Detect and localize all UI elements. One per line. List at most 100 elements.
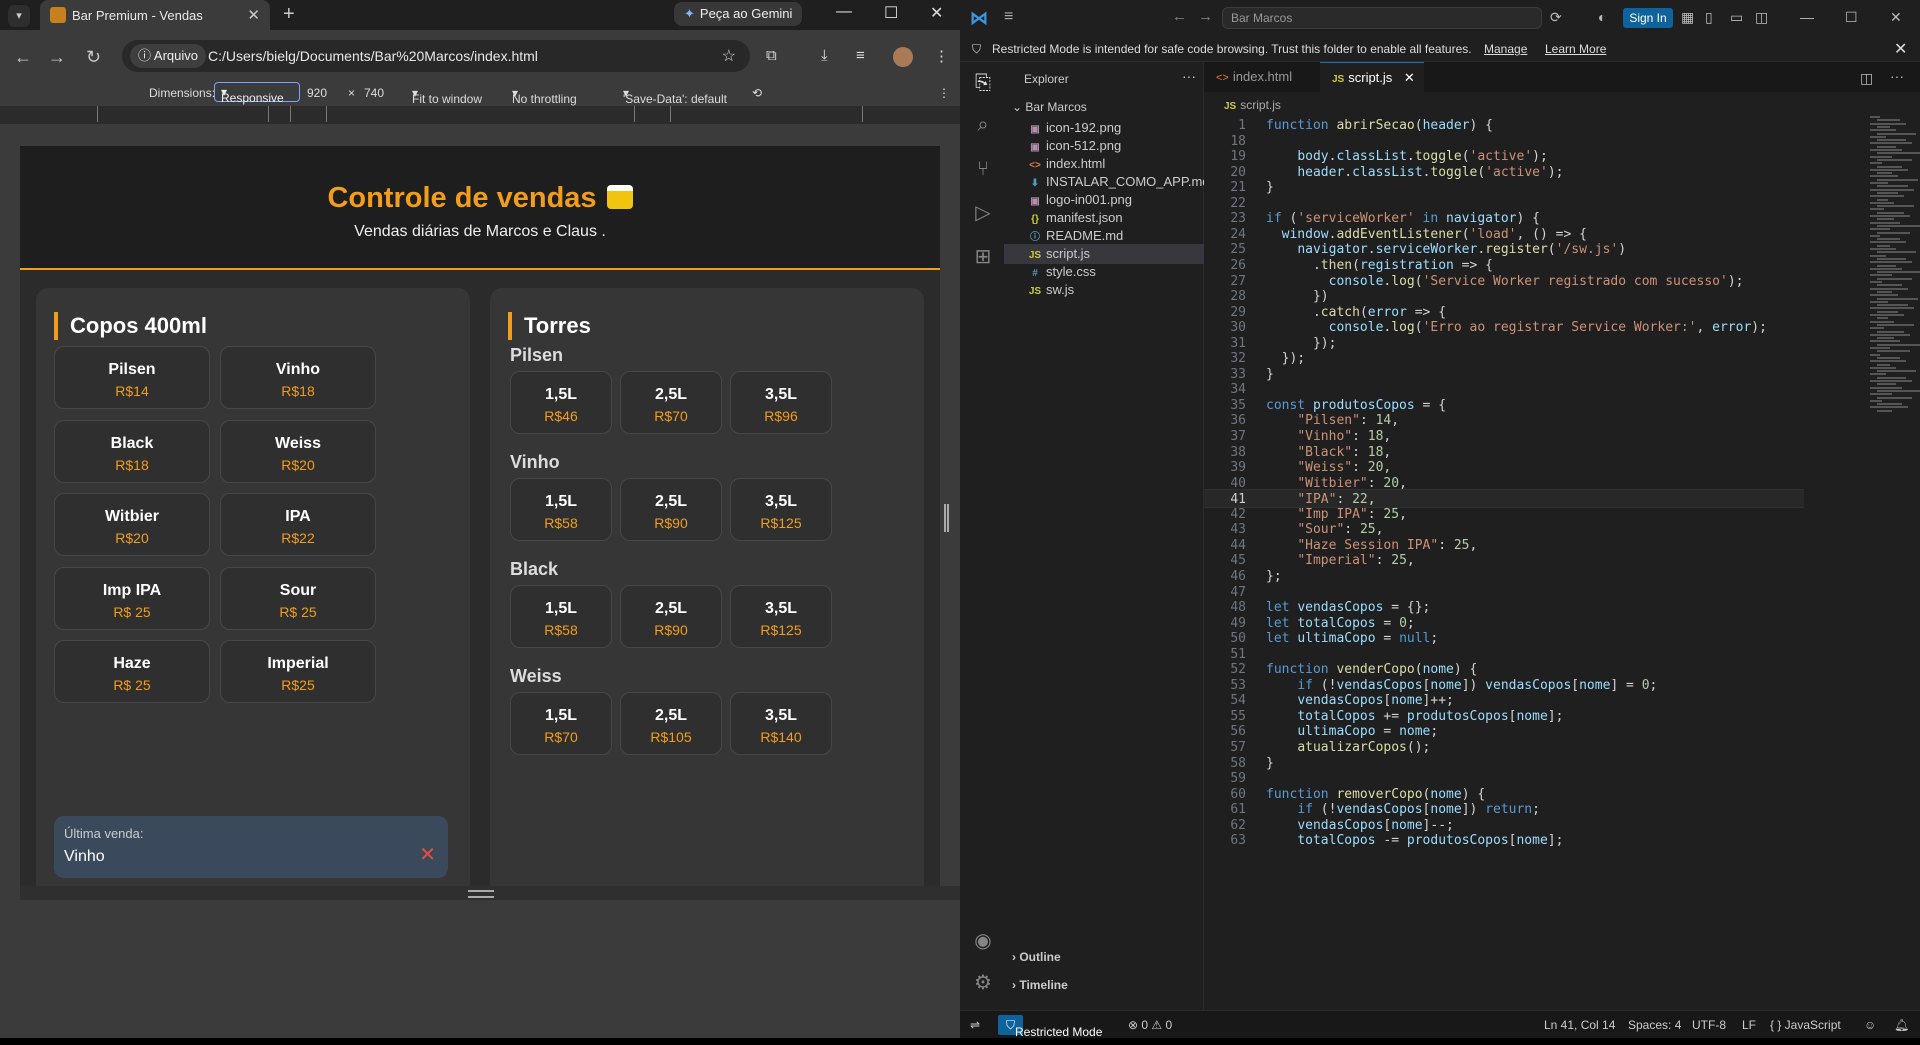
minimap[interactable] [1864,116,1920,416]
file-item[interactable]: JS script.js [1004,244,1204,264]
language-mode[interactable]: { } JavaScript [1770,1018,1841,1032]
back-icon[interactable]: ← [14,47,32,68]
file-item[interactable]: ▣ icon-192.png [1004,118,1204,138]
file-item[interactable]: ⬇ INSTALAR_COMO_APP.md [1004,172,1210,192]
breadcrumb[interactable]: JS script.js [1224,98,1281,112]
accounts-icon[interactable]: ◐ [1598,9,1606,25]
copo-card[interactable]: Black R$18 [54,419,210,483]
account-icon[interactable]: ◉ [972,930,994,952]
forward-icon[interactable]: → [48,47,66,68]
torre-card[interactable]: 2,5L R$90 [620,478,722,541]
tab-close-icon[interactable]: ✕ [247,6,260,24]
layout-icon[interactable]: ▦ [1681,9,1694,26]
file-item[interactable]: {} manifest.json [1004,208,1204,228]
devtools-more-icon[interactable]: ⋮ [938,86,950,100]
toggle-sidebar-icon[interactable]: ▯ [1705,9,1713,26]
code-editor[interactable]: 1 function abrirSecao(header) {18 19 body.… [1204,116,1804,1006]
indentation[interactable]: Spaces: 4 [1628,1018,1681,1032]
width-input[interactable]: 920 [307,86,327,100]
cursor-position[interactable]: Ln 41, Col 14 [1544,1018,1615,1032]
notifications-icon[interactable]: 🔔︎ [1894,1018,1909,1032]
settings-gear-icon[interactable]: ⚙ [972,972,994,994]
resize-handle-bottom[interactable] [468,890,494,898]
toggle-panel-icon[interactable]: ▭ [1730,9,1743,26]
media-icon[interactable]: ≡ [856,47,865,64]
file-item[interactable]: ▣ icon-512.png [1004,136,1204,156]
torre-card[interactable]: 2,5L R$105 [620,692,722,755]
profile-avatar[interactable] [893,47,913,67]
copo-card[interactable]: Imperial R$25 [220,640,376,703]
copo-card[interactable]: Imp IPA R$ 25 [54,566,210,630]
copo-card[interactable]: Witbier R$20 [54,493,210,556]
source-control-icon[interactable]: ⑂ [972,158,994,180]
throttling-select[interactable]: No throttling ▾ [512,86,577,106]
problems-count[interactable]: ⊗ 0 ⚠ 0 [1128,1018,1172,1032]
search-icon[interactable]: ⌕ [972,114,994,136]
rotate-icon[interactable]: ⟲ [752,86,762,100]
copo-card[interactable]: IPA R$22 [220,493,376,556]
site-info-chip[interactable]: ⓘ Arquivo [130,44,206,68]
remote-icon[interactable]: ⇌ [970,1018,980,1032]
toggle-secondary-icon[interactable]: ◫ [1755,9,1768,26]
tab-search-icon[interactable]: ▾ [8,5,30,27]
file-item[interactable]: ⓘ README.md [1004,226,1204,246]
outline-section[interactable]: › Outline [1012,950,1061,964]
bookmark-star-icon[interactable]: ☆ [722,46,736,66]
copilot-icon[interactable]: ⟳ [1550,9,1562,26]
copo-card[interactable]: Pilsen R$14 [54,346,210,409]
zoom-select[interactable]: Fit to window ▾ [412,86,482,106]
torre-card[interactable]: 1,5L R$58 [510,585,612,648]
torre-card[interactable]: 1,5L R$70 [510,692,612,755]
file-item[interactable]: # style.css [1004,262,1204,282]
folder-root[interactable]: ⌄ Bar Marcos [1012,100,1087,114]
timeline-section[interactable]: › Timeline [1012,978,1068,992]
height-input[interactable]: 740 [364,86,384,100]
torre-card[interactable]: 3,5L R$96 [730,371,832,434]
torre-card[interactable]: 1,5L R$58 [510,478,612,541]
copo-card[interactable]: Sour R$ 25 [220,566,376,630]
torre-card[interactable]: 1,5L R$46 [510,371,612,434]
copo-card[interactable]: Weiss R$20 [220,419,376,483]
file-item[interactable]: <> index.html [1004,154,1204,174]
split-editor-icon[interactable]: ◫ [1860,70,1873,87]
browser-tab[interactable]: Bar Premium - Vendas ✕ [40,0,270,30]
undo-sale-icon[interactable]: ✕ [419,842,436,867]
explorer-icon[interactable]: ⎘ [972,72,994,94]
copilot-status-icon[interactable]: ☺ [1864,1018,1876,1032]
hamburger-menu-icon[interactable]: ≡ [1004,8,1013,26]
command-center-search[interactable]: Bar Marcos [1222,7,1542,29]
torre-card[interactable]: 3,5L R$125 [730,478,832,541]
tab-script-js[interactable]: JS script.js ✕ [1320,62,1424,92]
restricted-mode-badge[interactable]: ⛉ Restricted Mode [998,1015,1102,1039]
file-item[interactable]: JS sw.js [1004,280,1204,300]
torre-card[interactable]: 2,5L R$70 [620,371,722,434]
address-bar[interactable]: ⓘ Arquivo C:/Users/bielg/Documents/Bar%2… [122,40,750,72]
editor-more-icon[interactable]: ··· [1890,68,1904,84]
device-mode-select[interactable]: Responsive ▾ [214,82,300,105]
sign-in-button[interactable]: Sign In [1623,8,1673,28]
maximize-icon[interactable]: ☐ [884,3,898,23]
close-window-icon[interactable]: ✕ [930,3,943,23]
save-data-select[interactable]: 'Save-Data': default ▾ [623,86,727,106]
torre-card[interactable]: 3,5L R$125 [730,585,832,648]
learn-more-link[interactable]: Learn More [1545,42,1606,56]
nav-forward-icon[interactable]: → [1198,8,1213,25]
extensions-icon[interactable]: ⧉ [766,47,777,64]
menu-icon[interactable]: ⋮ [934,47,949,65]
copo-card[interactable]: Vinho R$18 [220,346,376,409]
tab-close-icon[interactable]: ✕ [1404,70,1415,85]
reload-icon[interactable]: ↻ [86,47,101,68]
vs-minimize-icon[interactable]: — [1800,9,1814,25]
vs-close-icon[interactable]: ✕ [1890,9,1902,26]
line-ending[interactable]: LF [1742,1018,1756,1032]
encoding[interactable]: UTF-8 [1692,1018,1726,1032]
extensions-icon[interactable]: ⊞ [972,246,994,268]
download-icon[interactable]: ⤓ [821,47,828,64]
vs-maximize-icon[interactable]: ☐ [1845,9,1858,26]
tab-index-html[interactable]: <> index.html [1204,62,1320,92]
manage-link[interactable]: Manage [1484,42,1527,56]
torre-card[interactable]: 2,5L R$90 [620,585,722,648]
resize-handle-right[interactable] [944,504,949,532]
banner-close-icon[interactable]: ✕ [1894,39,1907,59]
file-item[interactable]: ▣ logo-in001.png [1004,190,1204,210]
